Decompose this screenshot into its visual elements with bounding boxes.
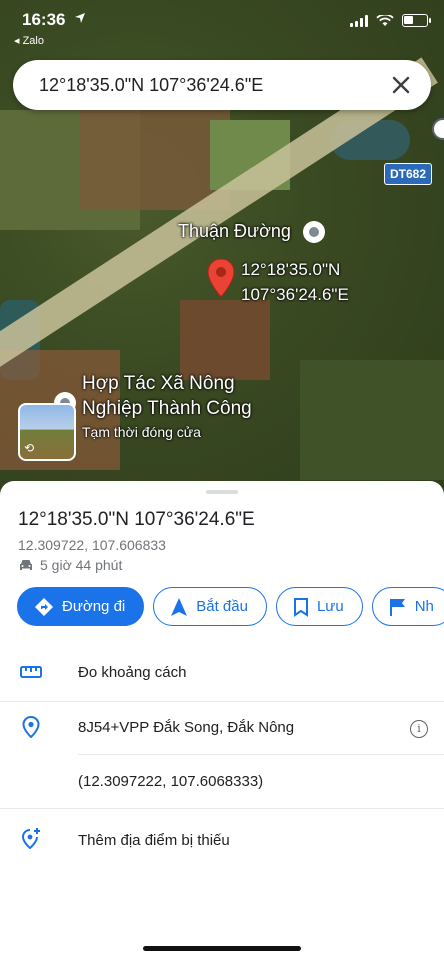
search-query[interactable]: 12°18'35.0"N 107°36'24.6"E (39, 75, 263, 96)
action-buttons: Đường đi Bắt đầu Lưu Nh (17, 587, 444, 626)
measure-distance-row[interactable]: Đo khoảng cách (0, 649, 444, 701)
navigation-arrow-icon (171, 597, 188, 616)
poi-marker-icon[interactable] (303, 221, 325, 243)
battery-icon (402, 14, 431, 27)
place-sheet[interactable]: 12°18'35.0"N 107°36'24.6"E 12.309722, 10… (0, 481, 444, 960)
divider (0, 808, 444, 809)
location-arrow-icon (74, 12, 86, 27)
home-indicator[interactable] (143, 946, 301, 951)
precise-coordinates-row[interactable]: (12.3097222, 107.6068333) (0, 756, 444, 808)
place-title: 12°18'35.0"N 107°36'24.6"E (18, 509, 255, 530)
back-to-app-link[interactable]: ◂ Zalo (14, 34, 44, 47)
search-bar[interactable]: 12°18'35.0"N 107°36'24.6"E (13, 60, 431, 110)
car-icon (20, 560, 32, 570)
pin-label-lat: 12°18'35.0"N (241, 260, 341, 279)
info-icon[interactable]: i (410, 720, 428, 738)
flag-icon (389, 598, 405, 616)
map-view[interactable]: 16:36 ◂ Zalo 12°18'35.0"N 107°36'24.6"E … (0, 0, 444, 500)
wifi-icon (376, 14, 394, 26)
bookmark-icon (293, 597, 308, 617)
street-view-icon: ⟲ (24, 441, 35, 455)
drive-time-text: 5 giờ 44 phút (40, 557, 123, 573)
start-label: Bắt đầu (196, 598, 248, 615)
directions-label: Đường đi (62, 598, 126, 615)
measure-distance-label: Đo khoảng cách (78, 664, 187, 681)
save-button[interactable]: Lưu (275, 587, 363, 626)
close-icon[interactable] (387, 71, 415, 99)
status-bar: 16:36 ◂ Zalo (0, 0, 444, 56)
directions-button[interactable]: Đường đi (17, 587, 145, 626)
drive-time: 5 giờ 44 phút (18, 557, 122, 573)
location-pin-icon[interactable] (206, 258, 236, 298)
decimal-coordinates: 12.309722, 107.606833 (18, 537, 166, 553)
add-missing-place-row[interactable]: Thêm địa điểm bị thiếu (0, 811, 444, 867)
cellular-signal-icon (350, 14, 368, 27)
poi-label-htx-line2[interactable]: Nghiệp Thành Công (82, 398, 252, 420)
add-place-icon (21, 828, 40, 849)
divider (78, 754, 444, 755)
label-button[interactable]: Nh (371, 587, 444, 626)
start-button[interactable]: Bắt đầu (153, 587, 267, 626)
label-button-text: Nh (414, 598, 434, 615)
divider (0, 701, 444, 702)
add-missing-place-label: Thêm địa điểm bị thiếu (78, 832, 230, 849)
sheet-grabber[interactable] (206, 490, 238, 494)
poi-label-thuan-duong[interactable]: Thuận Đường (178, 221, 291, 242)
field-patch (180, 300, 270, 380)
directions-icon (35, 597, 53, 616)
precise-coordinates-text: (12.3097222, 107.6068333) (78, 773, 264, 790)
street-view-thumbnail[interactable]: ⟲ (18, 403, 76, 461)
poi-label-htx-line1[interactable]: Hợp Tác Xã Nông (82, 373, 235, 395)
plus-code-row[interactable]: 8J54+VPP Đắk Song, Đắk Nông i (0, 703, 444, 755)
compass-icon[interactable] (432, 118, 444, 140)
pin-label-lng: 107°36'24.6"E (241, 285, 349, 304)
ruler-icon (20, 666, 42, 678)
plus-code-text: 8J54+VPP Đắk Song, Đắk Nông (78, 719, 295, 736)
field-patch (300, 360, 444, 480)
poi-status-label: Tạm thời đóng cửa (82, 424, 201, 440)
road-badge: DT682 (384, 163, 433, 185)
save-label: Lưu (316, 598, 344, 615)
place-marker-icon (22, 716, 40, 738)
clock: 16:36 (22, 10, 66, 29)
